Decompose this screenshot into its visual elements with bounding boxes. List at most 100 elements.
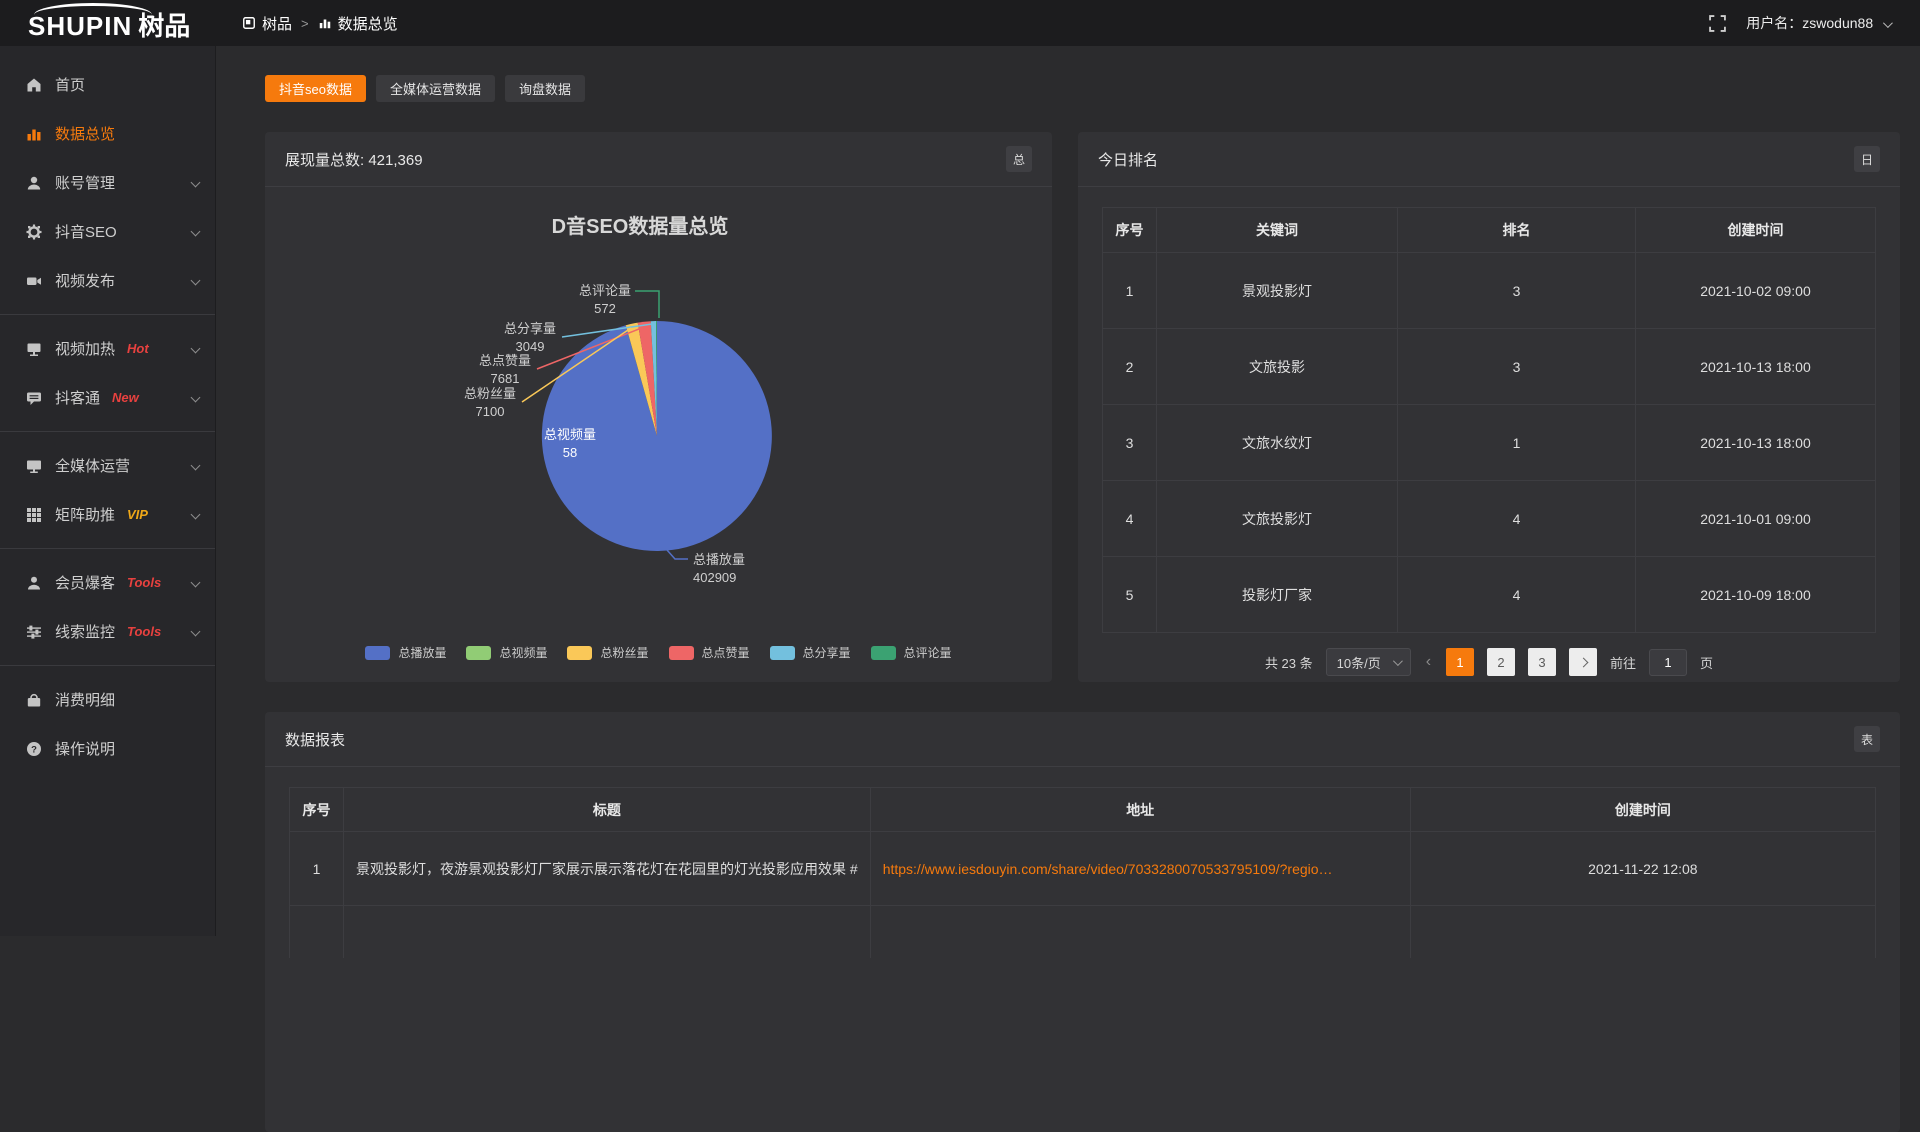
cell-created: 2021-10-13 18:00 bbox=[1636, 405, 1876, 481]
wallet-icon bbox=[25, 691, 42, 708]
cell-created bbox=[1410, 906, 1875, 958]
label-plays: 总播放量 bbox=[693, 552, 745, 567]
user-dropdown[interactable]: 用户名：zswodun88 bbox=[1746, 13, 1890, 33]
monitor-icon bbox=[25, 457, 42, 474]
sidebar-item-omnimedia[interactable]: 全媒体运营 bbox=[0, 441, 215, 490]
legend-item-shares[interactable]: 总分享量 bbox=[770, 644, 851, 661]
sidebar-item-spend-detail[interactable]: 消费明细 bbox=[0, 675, 215, 724]
prev-page-button[interactable]: ‹ bbox=[1424, 653, 1433, 671]
legend-item-videos[interactable]: 总视频量 bbox=[466, 644, 547, 661]
sidebar-item-help[interactable]: ? 操作说明 bbox=[0, 724, 215, 773]
user-icon bbox=[25, 174, 42, 191]
legend-swatch bbox=[365, 646, 390, 660]
table-header-row: 序号 标题 地址 创建时间 bbox=[290, 788, 1876, 832]
label-comments: 总评论量 bbox=[579, 283, 631, 298]
label-videos: 总视频量 bbox=[544, 427, 596, 442]
legend-item-comments[interactable]: 总评论量 bbox=[871, 644, 952, 661]
sidebar-item-account[interactable]: 账号管理 bbox=[0, 158, 215, 207]
page-button-2[interactable]: 2 bbox=[1487, 648, 1515, 676]
report-table: 序号 标题 地址 创建时间 1 景观投影灯，夜游景观投影灯厂家展示展示落花灯在花… bbox=[289, 787, 1876, 958]
day-toggle-button[interactable]: 日 bbox=[1854, 146, 1880, 172]
chevron-right-icon bbox=[1578, 657, 1588, 667]
pie-chart: D音SEO数据量总览 总评论量 572 bbox=[265, 187, 1052, 681]
cell-keyword: 文旅水纹灯 bbox=[1157, 405, 1398, 481]
tab-inquiry-data[interactable]: 询盘数据 bbox=[505, 75, 585, 102]
sidebar: 首页 数据总览 账号管理 抖音SEO 视频发布 bbox=[0, 46, 216, 936]
legend-item-fans[interactable]: 总粉丝量 bbox=[567, 644, 648, 661]
chevron-down-icon bbox=[191, 178, 201, 188]
column-header: 关键词 bbox=[1157, 208, 1398, 253]
value-videos: 58 bbox=[563, 445, 577, 460]
label-likes: 总点赞量 bbox=[479, 353, 531, 368]
sidebar-item-matrix-boost[interactable]: 矩阵助推 VIP bbox=[0, 490, 215, 539]
goto-label: 前往 bbox=[1610, 653, 1636, 672]
table-toggle-button[interactable]: 表 bbox=[1854, 726, 1880, 752]
pagination: 共 23 条 10条/页 ‹ 1 2 3 前往 页 bbox=[1102, 648, 1876, 676]
cell-rank: 1 bbox=[1398, 405, 1636, 481]
page-button-1[interactable]: 1 bbox=[1446, 648, 1474, 676]
value-likes: 7681 bbox=[491, 371, 520, 386]
goto-page-input[interactable] bbox=[1649, 649, 1687, 676]
legend-item-plays[interactable]: 总播放量 bbox=[365, 644, 446, 661]
table-row bbox=[290, 906, 1876, 958]
sidebar-item-data-overview[interactable]: 数据总览 bbox=[0, 109, 215, 158]
cell-title bbox=[344, 906, 871, 958]
page-size-select[interactable]: 10条/页 bbox=[1326, 648, 1411, 676]
next-page-button[interactable] bbox=[1569, 648, 1597, 676]
cell-index: 1 bbox=[290, 832, 344, 906]
sidebar-divider bbox=[0, 314, 215, 315]
ranking-table: 序号 关键词 排名 创建时间 1 景观投影灯 3 2021-10-02 09:0… bbox=[1102, 207, 1876, 633]
cell-keyword: 投影灯厂家 bbox=[1157, 557, 1398, 633]
main-content: 抖音seo数据 全媒体运营数据 询盘数据 展现量总数: 421,369 总 D音… bbox=[216, 46, 1920, 936]
breadcrumb-root[interactable]: 树品 bbox=[242, 13, 292, 34]
cell-index: 4 bbox=[1103, 481, 1157, 557]
sidebar-item-douyin-seo[interactable]: 抖音SEO bbox=[0, 207, 215, 256]
cell-created: 2021-10-01 09:00 bbox=[1636, 481, 1876, 557]
sidebar-item-home[interactable]: 首页 bbox=[0, 60, 215, 109]
video-link[interactable]: https://www.iesdouyin.com/share/video/70… bbox=[870, 832, 1410, 906]
cell-created: 2021-10-09 18:00 bbox=[1636, 557, 1876, 633]
tab-douyin-seo-data[interactable]: 抖音seo数据 bbox=[265, 75, 366, 102]
sidebar-item-douketong[interactable]: 抖客通 New bbox=[0, 373, 215, 422]
sidebar-divider bbox=[0, 548, 215, 549]
breadcrumb-current[interactable]: 数据总览 bbox=[318, 13, 398, 34]
cell-index: 3 bbox=[1103, 405, 1157, 481]
label-shares: 总分享量 bbox=[504, 321, 556, 336]
table-row: 5 投影灯厂家 4 2021-10-09 18:00 bbox=[1103, 557, 1876, 633]
app-logo: SHUPIN 树品 bbox=[0, 0, 216, 46]
fullscreen-icon[interactable] bbox=[1709, 15, 1726, 32]
cell-keyword: 文旅投影灯 bbox=[1157, 481, 1398, 557]
help-icon: ? bbox=[25, 740, 42, 757]
vip-badge: VIP bbox=[127, 507, 148, 522]
sidebar-item-member-burst[interactable]: 会员爆客 Tools bbox=[0, 558, 215, 607]
username-label: 用户名：zswodun88 bbox=[1746, 15, 1873, 31]
tab-omnimedia-data[interactable]: 全媒体运营数据 bbox=[376, 75, 495, 102]
today-ranking-card: 今日排名 日 序号 关键词 排名 创建时间 bbox=[1078, 132, 1900, 682]
legend-swatch bbox=[770, 646, 795, 660]
home-icon bbox=[25, 76, 42, 93]
table-row: 3 文旅水纹灯 1 2021-10-13 18:00 bbox=[1103, 405, 1876, 481]
cell-title: 景观投影灯，夜游景观投影灯厂家展示展示落花灯在花园里的灯光投影应用效果 # bbox=[344, 832, 871, 906]
legend-item-likes[interactable]: 总点赞量 bbox=[669, 644, 750, 661]
chat-icon bbox=[25, 389, 42, 406]
legend-swatch bbox=[567, 646, 592, 660]
chart-legend: 总播放量 总视频量 总粉丝量 总点赞量 bbox=[265, 644, 1052, 661]
table-row: 4 文旅投影灯 4 2021-10-01 09:00 bbox=[1103, 481, 1876, 557]
report-card-title: 数据报表 bbox=[285, 729, 345, 750]
sidebar-item-video-publish[interactable]: 视频发布 bbox=[0, 256, 215, 305]
column-header: 标题 bbox=[344, 788, 871, 832]
chevron-down-icon bbox=[1883, 18, 1893, 28]
data-report-card: 数据报表 表 序号 标题 地址 创建时间 1 景观投影灯，夜游景观投影灯 bbox=[265, 712, 1900, 1132]
breadcrumb-separator: > bbox=[301, 16, 309, 31]
sidebar-item-lead-monitor[interactable]: 线索监控 Tools bbox=[0, 607, 215, 656]
chevron-down-icon bbox=[191, 627, 201, 637]
page-button-3[interactable]: 3 bbox=[1528, 648, 1556, 676]
chevron-down-icon bbox=[191, 578, 201, 588]
sidebar-item-video-heat[interactable]: 视频加热 Hot bbox=[0, 324, 215, 373]
gear-icon bbox=[25, 223, 42, 240]
cell-keyword: 景观投影灯 bbox=[1157, 253, 1398, 329]
logo-arc bbox=[34, 3, 152, 15]
column-header: 序号 bbox=[1103, 208, 1157, 253]
total-toggle-button[interactable]: 总 bbox=[1006, 146, 1032, 172]
table-header-row: 序号 关键词 排名 创建时间 bbox=[1103, 208, 1876, 253]
